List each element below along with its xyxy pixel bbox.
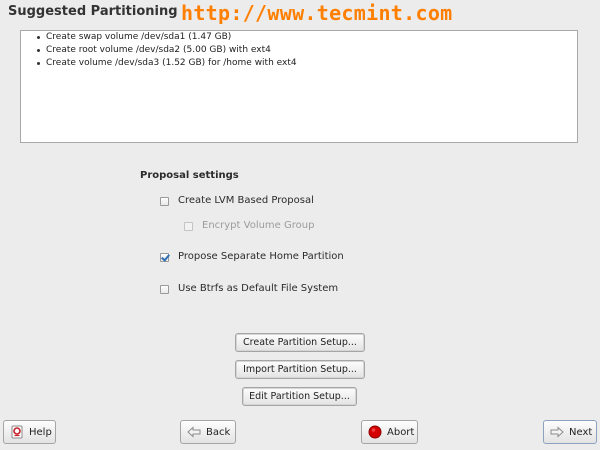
checkbox-icon [160, 196, 169, 206]
abort-button[interactable]: Abort [361, 420, 418, 444]
next-button-label: Next [569, 426, 593, 438]
import-partition-setup-button[interactable]: Import Partition Setup... [235, 360, 365, 379]
back-button-label: Back [206, 426, 231, 438]
partition-summary-box[interactable]: Create swap volume /dev/sda1 (1.47 GB) C… [20, 30, 578, 143]
separate-home-checkbox[interactable]: Propose Separate Home Partition [160, 250, 344, 264]
help-button-label: Help [29, 426, 52, 438]
checkbox-icon [184, 221, 193, 231]
help-icon [10, 425, 24, 439]
summary-item: Create root volume /dev/sda2 (5.00 GB) w… [37, 44, 577, 57]
proposal-settings-title: Proposal settings [140, 170, 239, 181]
separate-home-label: Propose Separate Home Partition [178, 251, 344, 262]
back-arrow-icon [187, 426, 201, 438]
summary-item: Create swap volume /dev/sda1 (1.47 GB) [37, 31, 577, 44]
checkbox-checked-icon [160, 252, 169, 262]
encrypt-volume-group-checkbox[interactable]: Encrypt Volume Group [184, 219, 314, 233]
partition-summary-list: Create swap volume /dev/sda1 (1.47 GB) C… [37, 31, 577, 70]
create-partition-setup-button[interactable]: Create Partition Setup... [235, 333, 365, 352]
watermark: http://www.tecmint.com [181, 1, 453, 25]
summary-item: Create volume /dev/sda3 (1.52 GB) for /h… [37, 57, 577, 70]
checkbox-icon [160, 284, 169, 294]
edit-partition-setup-button[interactable]: Edit Partition Setup... [242, 387, 357, 406]
next-button[interactable]: Next [543, 420, 597, 444]
back-button[interactable]: Back [180, 420, 236, 444]
help-button[interactable]: Help [3, 420, 56, 444]
lvm-proposal-label: Create LVM Based Proposal [178, 195, 314, 206]
abort-button-label: Abort [387, 426, 415, 438]
page-title: Suggested Partitioning [8, 4, 178, 19]
abort-stop-icon [368, 425, 382, 439]
btrfs-default-label: Use Btrfs as Default File System [178, 283, 339, 294]
encrypt-volume-group-label: Encrypt Volume Group [202, 220, 315, 231]
btrfs-default-checkbox[interactable]: Use Btrfs as Default File System [160, 282, 338, 296]
next-arrow-icon [550, 426, 564, 438]
lvm-proposal-checkbox[interactable]: Create LVM Based Proposal [160, 194, 314, 208]
